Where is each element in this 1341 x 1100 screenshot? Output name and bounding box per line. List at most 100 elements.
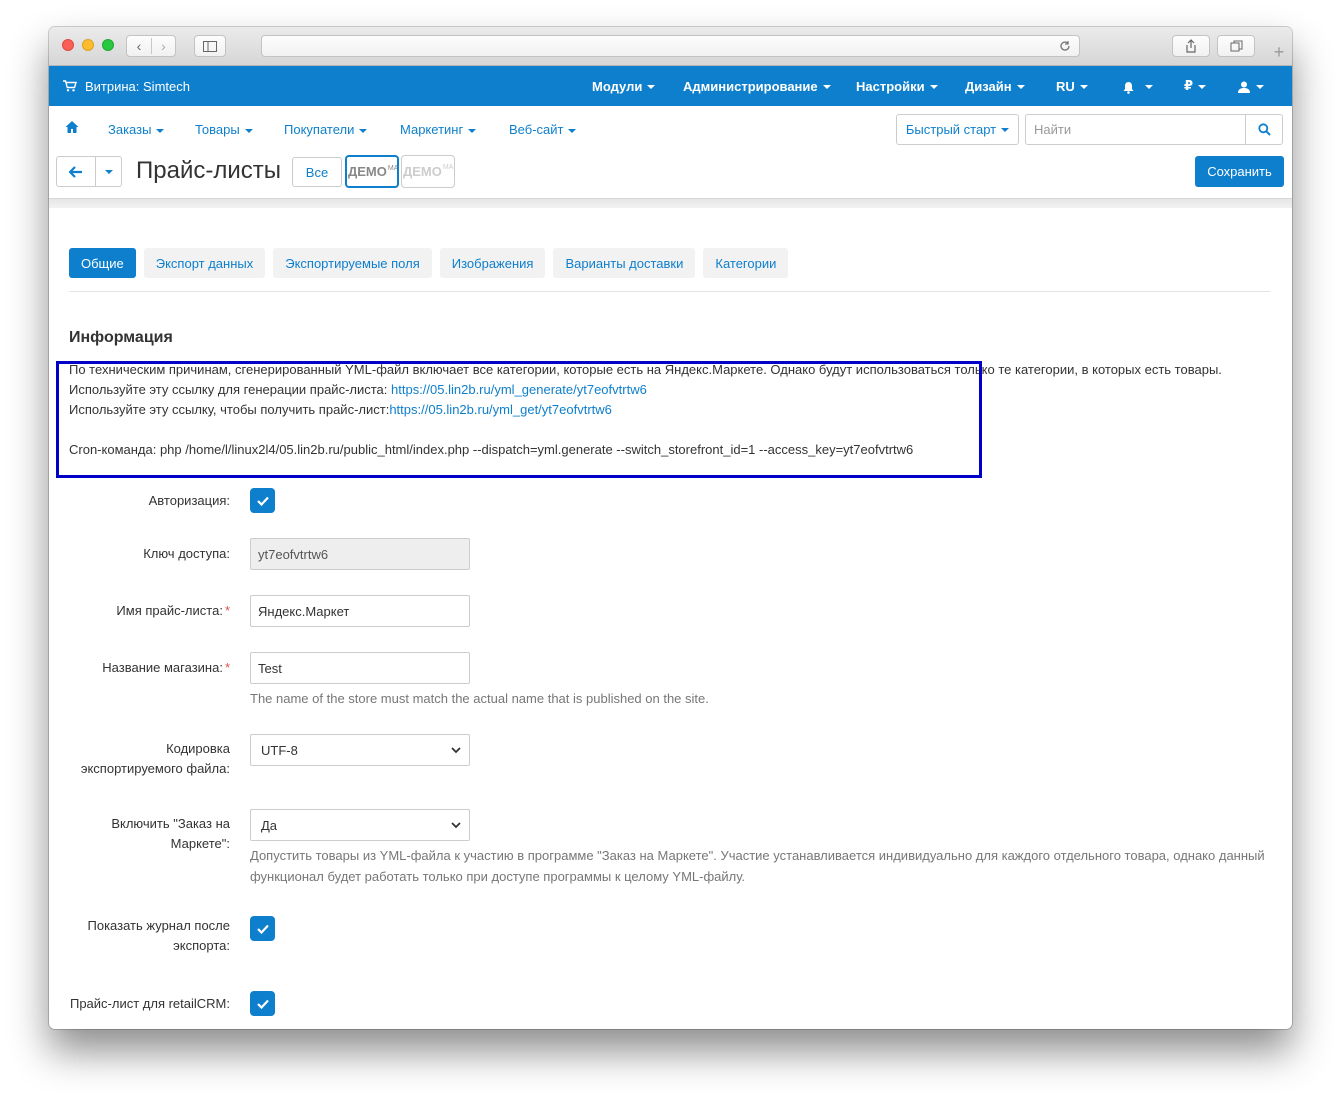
address-bar[interactable] [261,35,1080,57]
show-log-checkbox[interactable] [250,916,275,941]
tab-bar: Общие Экспорт данных Экспортируемые поля… [69,248,789,278]
menu-design[interactable]: Дизайн [965,79,1025,94]
field-label: Название магазина: * [102,660,230,675]
field-label: Ключ доступа: [143,546,230,561]
nav-customers[interactable]: Покупатели [284,122,368,137]
tab-export-fields[interactable]: Экспортируемые поля [273,248,432,278]
header-divider [49,198,1292,208]
caret-down-icon [647,85,656,90]
show-tabs-button[interactable] [1217,35,1255,57]
highlight-box [56,361,982,478]
demo-storefront-button[interactable]: ДЕМО МА [345,155,399,188]
tabs-icon [1230,40,1242,52]
menu-administration[interactable]: Администрирование [683,79,831,94]
sidebar-icon [203,40,217,52]
shop-name-input[interactable]: Test [250,652,470,684]
market-order-select[interactable]: Да [250,809,470,841]
user-icon [1238,81,1250,94]
home-icon[interactable] [65,120,79,134]
sidebar-toggle-button[interactable] [194,35,226,57]
encoding-select[interactable]: UTF-8 [250,734,470,766]
notifications-menu[interactable] [1122,78,1153,94]
check-icon [256,924,269,934]
main-content: Общие Экспорт данных Экспортируемые поля… [49,208,1292,1029]
history-nav: ‹ › [126,35,176,57]
caret-down-icon [568,128,577,133]
caret-down-icon [1079,85,1088,90]
forward-arrow-icon[interactable]: › [150,38,175,54]
caret-down-icon [468,128,477,133]
bell-icon [1123,81,1134,94]
caret-down-icon [822,85,831,90]
demo-storefront-button-2[interactable]: ДЕМО МА [401,155,455,188]
caret-down-icon [1256,85,1264,90]
reload-icon[interactable] [1059,40,1071,52]
back-button-group [56,156,122,187]
tab-images[interactable]: Изображения [439,248,546,278]
tab-general[interactable]: Общие [69,248,136,278]
chevron-down-icon [451,821,461,828]
field-label: Кодировка экспортируемого файла: [80,741,230,776]
field-label: Показать журнал после экспорта: [87,918,231,953]
caret-down-icon [244,128,253,133]
arrow-left-icon [69,165,82,178]
tab-divider [69,291,1270,292]
menu-settings[interactable]: Настройки [856,79,938,94]
tab-categories[interactable]: Категории [703,248,789,278]
retailcrm-checkbox[interactable] [250,991,275,1016]
market-order-help: Допустить товары из YML-файла к участию … [250,848,1265,884]
caret-down-icon [104,169,113,174]
caret-down-icon [156,128,165,133]
page-header: Прайс-листы Все ДЕМО МА ДЕМО МА Сохранить [49,152,1292,198]
field-label: Прайс-лист для retailCRM: [69,996,230,1011]
tab-export-data[interactable]: Экспорт данных [143,248,266,278]
main-nav: Заказы Товары Покупатели Маркетинг Веб-с… [49,106,1292,152]
section-title: Информация [69,329,173,346]
browser-window: ‹ › + Витрина: Simtech Модули Администри… [49,27,1292,1029]
back-dropdown-button[interactable] [96,157,121,186]
shop-name-help: The name of the store must match the act… [250,691,709,706]
search-input[interactable]: Найти [1025,114,1246,145]
access-key-input[interactable]: yt7eofvtrtw6 [250,538,470,570]
caret-down-icon [929,85,938,90]
zoom-window-button[interactable] [102,39,114,51]
search-icon [1257,123,1271,136]
caret-down-icon [1001,127,1010,132]
minimize-window-button[interactable] [82,39,94,51]
check-icon [256,496,269,506]
back-arrow-icon[interactable]: ‹ [127,38,151,54]
nav-website[interactable]: Веб-сайт [509,122,577,137]
tab-delivery-options[interactable]: Варианты доставки [553,248,696,278]
caret-down-icon [359,128,368,133]
back-button[interactable] [57,157,96,186]
chevron-down-icon [451,746,461,753]
share-icon [1186,39,1196,53]
quickstart-button[interactable]: Быстрый старт [896,114,1019,145]
plus-icon: + [1273,41,1285,62]
menu-language[interactable]: RU [1056,79,1088,94]
new-tab-button[interactable]: + [1266,39,1292,65]
field-label: Имя прайс-листа: * [116,603,230,618]
browser-toolbar: ‹ › + [49,27,1292,66]
field-label: Авторизация: [148,493,230,508]
pricelist-name-input[interactable]: Яндекс.Маркет [250,595,470,627]
top-menu: Модули Администрирование Настройки Дизай… [49,66,1292,106]
menu-modules[interactable]: Модули [592,79,656,94]
page-title: Прайс-листы [136,157,281,184]
caret-down-icon [1198,84,1207,89]
all-storefronts-button[interactable]: Все [292,157,342,187]
field-label: Включить "Заказ на Маркете": [111,816,230,851]
authorization-checkbox[interactable] [250,488,275,513]
caret-down-icon [1145,85,1153,90]
nav-orders[interactable]: Заказы [108,122,165,137]
admin-topbar: Витрина: Simtech Модули Администрировани… [49,66,1292,106]
user-menu[interactable] [1238,79,1264,94]
check-icon [256,999,269,1009]
search-button[interactable] [1245,114,1283,145]
share-button[interactable] [1172,35,1210,57]
nav-marketing[interactable]: Маркетинг [400,122,477,137]
nav-products[interactable]: Товары [195,122,253,137]
save-button[interactable]: Сохранить [1195,156,1284,187]
currency-menu[interactable]: ₽ [1184,78,1207,94]
close-window-button[interactable] [62,39,74,51]
